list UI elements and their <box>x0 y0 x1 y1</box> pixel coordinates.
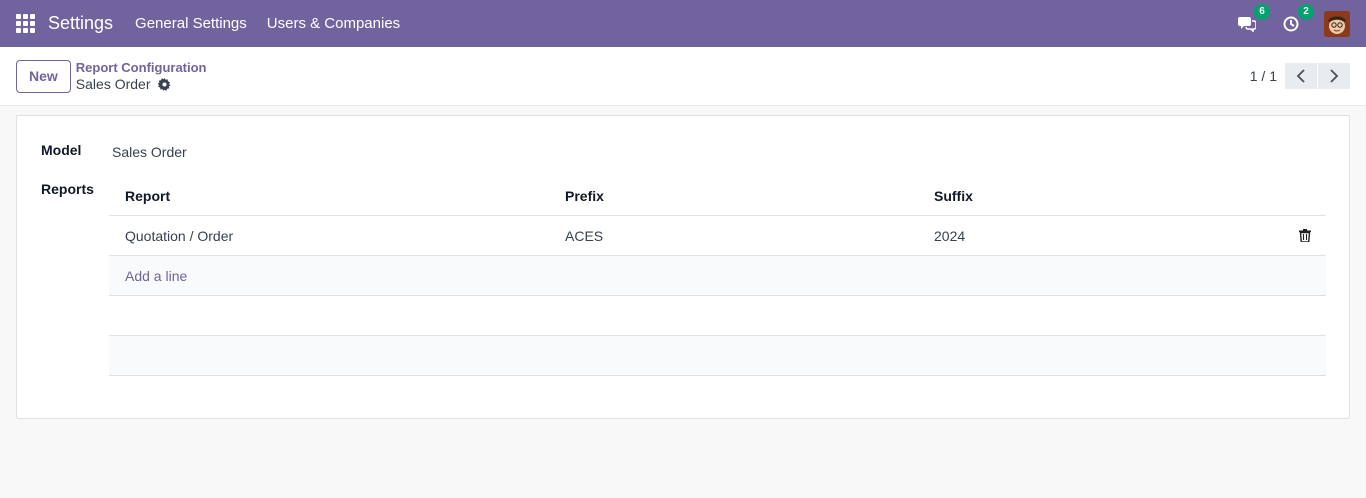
record-title: Sales Order <box>75 76 151 92</box>
breadcrumb-current: Sales Order <box>76 76 207 92</box>
trash-icon[interactable] <box>1299 229 1311 242</box>
table-header: Report Prefix Suffix <box>109 176 1326 216</box>
clock-icon <box>1283 16 1299 31</box>
messages-button[interactable]: 6 <box>1236 3 1270 35</box>
messages-badge: 6 <box>1254 3 1270 20</box>
menu-general-settings[interactable]: General Settings <box>135 15 247 32</box>
apps-grid-icon[interactable] <box>16 13 36 34</box>
row-suffix[interactable]: 2024 <box>934 228 965 244</box>
user-avatar[interactable] <box>1324 10 1350 37</box>
column-suffix[interactable]: Suffix <box>934 188 973 204</box>
column-report[interactable]: Report <box>125 188 170 204</box>
chevron-left-icon <box>1296 69 1305 83</box>
pager-previous-button[interactable] <box>1285 63 1317 89</box>
form-sheet: Model Sales Order Reports Report Prefix … <box>16 115 1350 419</box>
empty-row <box>109 296 1326 336</box>
add-line-row: Add a line <box>109 256 1326 296</box>
reports-label: Reports <box>41 181 94 197</box>
activities-button[interactable]: 2 <box>1280 3 1314 35</box>
pager-value[interactable]: 1 / 1 <box>1250 68 1277 84</box>
chevron-right-icon <box>1330 69 1339 83</box>
top-navbar: Settings General Settings Users & Compan… <box>0 0 1366 47</box>
row-report[interactable]: Quotation / Order <box>125 228 233 244</box>
app-name[interactable]: Settings <box>48 13 113 34</box>
control-panel: New Report Configuration Sales Order 1 /… <box>0 47 1366 106</box>
menu-users-companies[interactable]: Users & Companies <box>267 15 400 32</box>
model-label: Model <box>41 142 82 158</box>
breadcrumb: Report Configuration Sales Order <box>76 60 207 92</box>
model-value[interactable]: Sales Order <box>112 144 187 160</box>
activities-badge: 2 <box>1298 3 1314 20</box>
gear-icon[interactable] <box>157 77 171 91</box>
chat-icon <box>1238 16 1256 32</box>
empty-row <box>109 336 1326 376</box>
pager-next-button[interactable] <box>1318 63 1350 89</box>
reports-table: Report Prefix Suffix Quotation / Order A… <box>109 176 1326 376</box>
table-row[interactable]: Quotation / Order ACES 2024 <box>109 216 1326 256</box>
row-prefix[interactable]: ACES <box>565 228 603 244</box>
add-line-link[interactable]: Add a line <box>125 268 187 284</box>
new-button[interactable]: New <box>16 59 71 93</box>
breadcrumb-parent[interactable]: Report Configuration <box>76 60 207 76</box>
column-prefix[interactable]: Prefix <box>565 188 604 204</box>
pager: 1 / 1 <box>1250 63 1350 89</box>
